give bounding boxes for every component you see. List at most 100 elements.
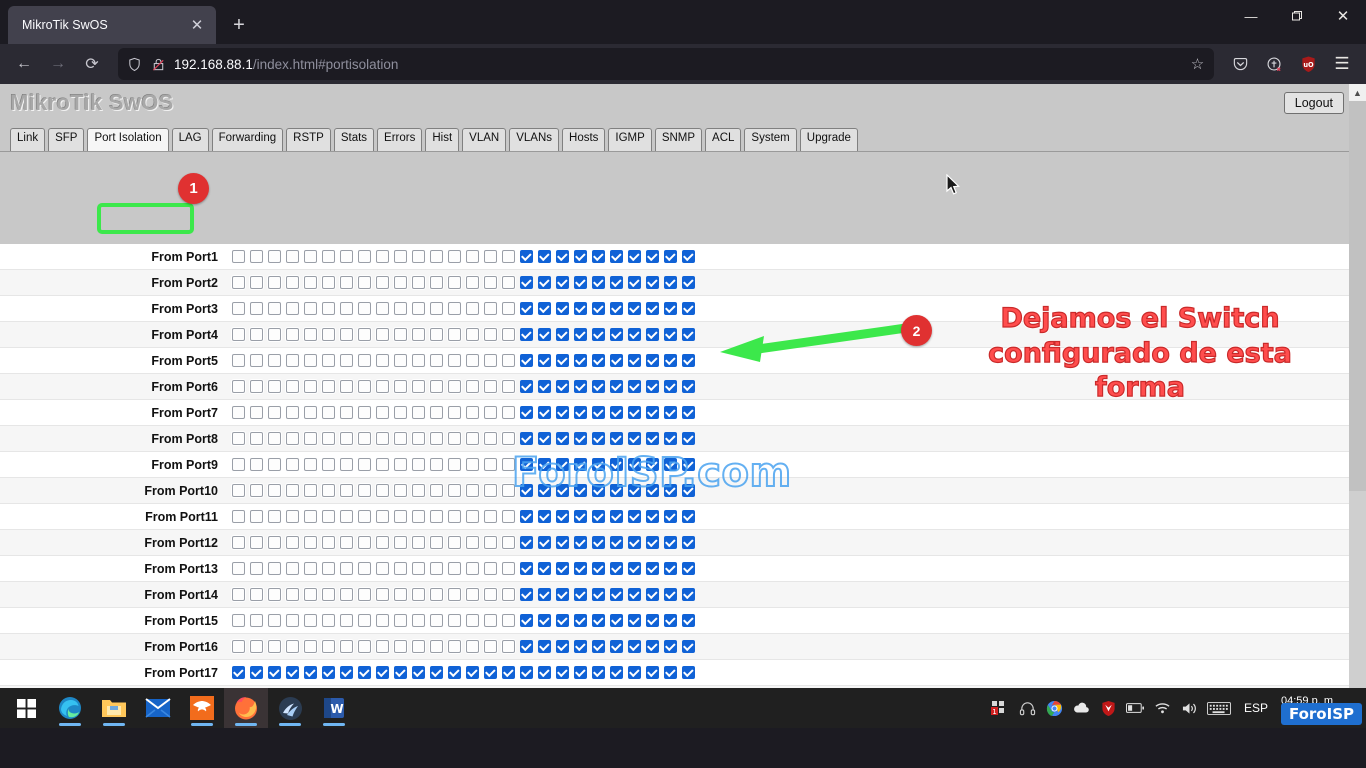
- isolation-checkbox[interactable]: [610, 302, 623, 315]
- isolation-checkbox[interactable]: [358, 250, 371, 263]
- isolation-checkbox[interactable]: [232, 510, 245, 523]
- isolation-checkbox[interactable]: [664, 354, 677, 367]
- isolation-checkbox[interactable]: [502, 510, 515, 523]
- swos-tab-port-isolation[interactable]: Port Isolation: [87, 128, 168, 151]
- isolation-checkbox[interactable]: [556, 250, 569, 263]
- isolation-checkbox[interactable]: [448, 536, 461, 549]
- swos-tab-vlan[interactable]: VLAN: [462, 128, 506, 151]
- swos-tab-rstp[interactable]: RSTP: [286, 128, 331, 151]
- isolation-checkbox[interactable]: [286, 614, 299, 627]
- isolation-checkbox[interactable]: [646, 432, 659, 445]
- isolation-checkbox[interactable]: [250, 406, 263, 419]
- isolation-checkbox[interactable]: [286, 640, 299, 653]
- isolation-checkbox[interactable]: [232, 380, 245, 393]
- isolation-checkbox[interactable]: [628, 640, 641, 653]
- isolation-checkbox[interactable]: [268, 250, 281, 263]
- isolation-checkbox[interactable]: [376, 640, 389, 653]
- forward-icon[interactable]: →: [42, 48, 74, 80]
- isolation-checkbox[interactable]: [664, 510, 677, 523]
- isolation-checkbox[interactable]: [322, 588, 335, 601]
- isolation-checkbox[interactable]: [466, 614, 479, 627]
- isolation-checkbox[interactable]: [520, 302, 533, 315]
- swos-tab-vlans[interactable]: VLANs: [509, 128, 559, 151]
- isolation-checkbox[interactable]: [448, 614, 461, 627]
- isolation-checkbox[interactable]: [286, 302, 299, 315]
- isolation-checkbox[interactable]: [592, 536, 605, 549]
- isolation-checkbox[interactable]: [376, 302, 389, 315]
- isolation-checkbox[interactable]: [610, 484, 623, 497]
- chrome-icon[interactable]: [1045, 699, 1063, 717]
- isolation-checkbox[interactable]: [538, 276, 551, 289]
- isolation-checkbox[interactable]: [232, 432, 245, 445]
- isolation-checkbox[interactable]: [232, 302, 245, 315]
- isolation-checkbox[interactable]: [358, 328, 371, 341]
- isolation-checkbox[interactable]: [592, 510, 605, 523]
- isolation-checkbox[interactable]: [304, 276, 317, 289]
- file-explorer-icon[interactable]: [92, 688, 136, 728]
- isolation-checkbox[interactable]: [340, 458, 353, 471]
- isolation-checkbox[interactable]: [430, 588, 443, 601]
- scroll-up-icon[interactable]: ▲: [1349, 84, 1366, 101]
- isolation-checkbox[interactable]: [412, 666, 425, 679]
- isolation-checkbox[interactable]: [376, 354, 389, 367]
- isolation-checkbox[interactable]: [556, 354, 569, 367]
- isolation-checkbox[interactable]: [610, 614, 623, 627]
- isolation-checkbox[interactable]: [682, 380, 695, 393]
- isolation-checkbox[interactable]: [610, 328, 623, 341]
- close-window-icon[interactable]: ✕: [1320, 0, 1366, 32]
- minimize-icon[interactable]: —: [1228, 0, 1274, 32]
- isolation-checkbox[interactable]: [538, 458, 551, 471]
- isolation-checkbox[interactable]: [412, 536, 425, 549]
- isolation-checkbox[interactable]: [376, 510, 389, 523]
- isolation-checkbox[interactable]: [430, 354, 443, 367]
- isolation-checkbox[interactable]: [502, 640, 515, 653]
- isolation-checkbox[interactable]: [556, 458, 569, 471]
- isolation-checkbox[interactable]: [322, 328, 335, 341]
- isolation-checkbox[interactable]: [232, 406, 245, 419]
- isolation-checkbox[interactable]: [682, 666, 695, 679]
- isolation-checkbox[interactable]: [628, 406, 641, 419]
- isolation-checkbox[interactable]: [250, 432, 263, 445]
- isolation-checkbox[interactable]: [394, 276, 407, 289]
- isolation-checkbox[interactable]: [610, 432, 623, 445]
- isolation-checkbox[interactable]: [520, 458, 533, 471]
- isolation-checkbox[interactable]: [466, 640, 479, 653]
- isolation-checkbox[interactable]: [394, 588, 407, 601]
- isolation-checkbox[interactable]: [682, 640, 695, 653]
- swos-tab-igmp[interactable]: IGMP: [608, 128, 651, 151]
- isolation-checkbox[interactable]: [538, 328, 551, 341]
- isolation-checkbox[interactable]: [232, 666, 245, 679]
- isolation-checkbox[interactable]: [610, 640, 623, 653]
- isolation-checkbox[interactable]: [286, 510, 299, 523]
- isolation-checkbox[interactable]: [376, 588, 389, 601]
- isolation-checkbox[interactable]: [376, 250, 389, 263]
- isolation-checkbox[interactable]: [646, 614, 659, 627]
- isolation-checkbox[interactable]: [448, 432, 461, 445]
- isolation-checkbox[interactable]: [448, 354, 461, 367]
- isolation-checkbox[interactable]: [412, 250, 425, 263]
- isolation-checkbox[interactable]: [304, 588, 317, 601]
- isolation-checkbox[interactable]: [664, 562, 677, 575]
- isolation-checkbox[interactable]: [376, 276, 389, 289]
- swos-tab-snmp[interactable]: SNMP: [655, 128, 702, 151]
- isolation-checkbox[interactable]: [358, 666, 371, 679]
- isolation-checkbox[interactable]: [286, 588, 299, 601]
- isolation-checkbox[interactable]: [250, 588, 263, 601]
- isolation-checkbox[interactable]: [268, 328, 281, 341]
- isolation-checkbox[interactable]: [340, 562, 353, 575]
- isolation-checkbox[interactable]: [556, 640, 569, 653]
- isolation-checkbox[interactable]: [484, 666, 497, 679]
- isolation-checkbox[interactable]: [358, 510, 371, 523]
- isolation-checkbox[interactable]: [628, 666, 641, 679]
- isolation-checkbox[interactable]: [628, 458, 641, 471]
- isolation-checkbox[interactable]: [394, 406, 407, 419]
- isolation-checkbox[interactable]: [574, 614, 587, 627]
- isolation-checkbox[interactable]: [556, 588, 569, 601]
- isolation-checkbox[interactable]: [466, 510, 479, 523]
- isolation-checkbox[interactable]: [574, 536, 587, 549]
- isolation-checkbox[interactable]: [430, 536, 443, 549]
- isolation-checkbox[interactable]: [538, 588, 551, 601]
- isolation-checkbox[interactable]: [286, 536, 299, 549]
- isolation-checkbox[interactable]: [322, 432, 335, 445]
- isolation-checkbox[interactable]: [538, 302, 551, 315]
